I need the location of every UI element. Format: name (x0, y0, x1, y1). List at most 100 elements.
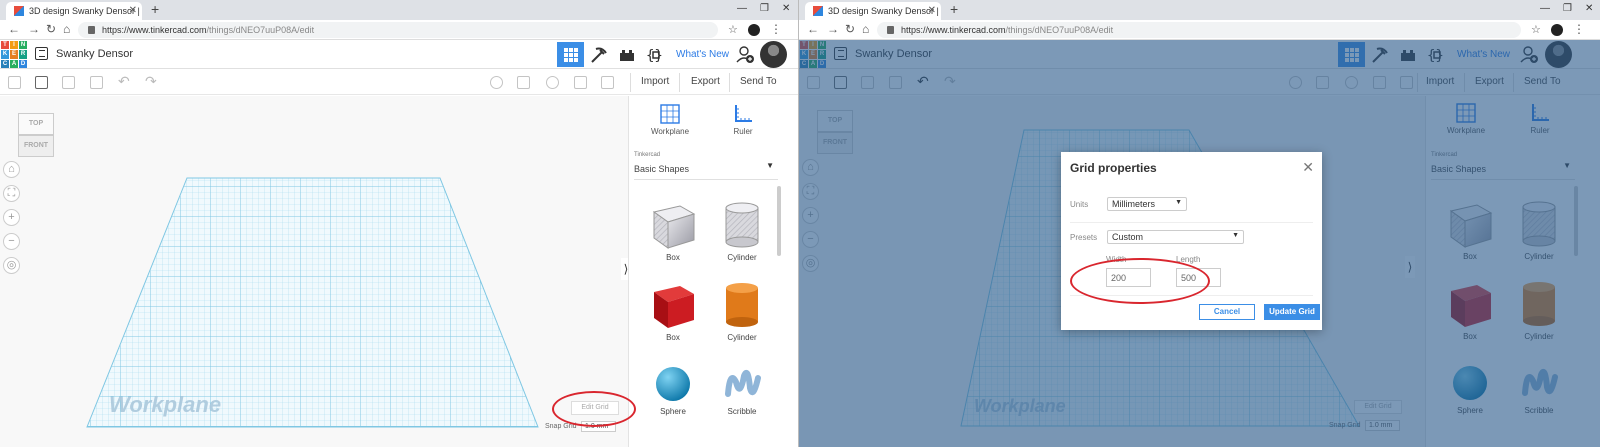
grid-properties-dialog: Grid properties ✕ Units Millimeters ▼ Pr… (1061, 152, 1322, 330)
3d-view-button[interactable] (557, 42, 584, 67)
extension-icon[interactable] (1551, 24, 1563, 36)
caret-down-icon: ▼ (1232, 232, 1239, 239)
sphere-icon (656, 367, 690, 401)
ruler-tool[interactable]: Ruler (717, 103, 769, 136)
url-host: https://www.tinkercad.com (102, 25, 207, 35)
close-tab-icon[interactable]: ✕ (129, 5, 137, 16)
app-header: T I N K E R C A D Swanky Densor {} What'… (0, 40, 798, 69)
cancel-button[interactable]: Cancel (1199, 304, 1255, 320)
shape-sphere[interactable]: Sphere (643, 364, 703, 416)
box-gray-icon (652, 205, 696, 249)
extension-icon[interactable] (748, 24, 760, 36)
width-input[interactable]: 200 (1106, 268, 1151, 287)
send-to-button[interactable]: Send To (740, 76, 777, 87)
units-select[interactable]: Millimeters ▼ (1107, 197, 1187, 211)
whats-new-link[interactable]: What's New (676, 49, 729, 60)
shape-box-red[interactable]: Box (643, 280, 703, 342)
tab-bar: 3D design Swanky Densor | Tink ✕ + — ❐ ✕ (0, 0, 798, 20)
shape-cylinder-gray[interactable]: Cylinder (712, 200, 772, 262)
shape-group-icon[interactable] (546, 76, 559, 89)
mirror-icon[interactable] (601, 76, 614, 89)
update-grid-button[interactable]: Update Grid (1264, 304, 1320, 320)
home-icon[interactable]: ⌂ (63, 22, 70, 36)
new-tab-button[interactable]: + (151, 1, 159, 17)
restore-icon[interactable]: ❐ (1563, 3, 1572, 14)
workplane-icon (660, 104, 680, 124)
shape-cylinder-orange[interactable]: Cylinder (712, 280, 772, 342)
presets-select[interactable]: Custom ▼ (1107, 230, 1244, 244)
add-user-icon[interactable] (736, 45, 754, 63)
ortho-view-icon[interactable]: ◎ (3, 257, 20, 274)
address-bar-row: ← → ↻ ⌂ https://www.tinkercad.com/things… (0, 20, 798, 40)
note-icon[interactable] (517, 76, 530, 89)
delete-icon[interactable] (90, 76, 103, 89)
close-icon[interactable]: ✕ (1302, 159, 1314, 176)
design-list-icon[interactable] (35, 47, 48, 60)
workplane-tool[interactable]: Workplane (644, 103, 696, 136)
pickaxe-icon (590, 47, 607, 63)
copy-icon[interactable] (8, 76, 21, 89)
forward-icon[interactable]: → (28, 22, 40, 36)
forward-icon[interactable]: → (827, 22, 839, 36)
url-path: /things/dNEO7uuP08A/edit (1005, 25, 1114, 35)
3d-canvas[interactable]: TOP FRONT ⌂ ⛶ + − ◎ Workplane Edit Grid … (0, 96, 628, 447)
workplane-grid[interactable] (0, 96, 628, 447)
home-icon[interactable]: ⌂ (862, 22, 869, 36)
shape-category-select[interactable]: Tinkercad Basic Shapes ▼ (634, 147, 778, 180)
back-icon[interactable]: ← (8, 22, 20, 36)
new-tab-button[interactable]: + (950, 1, 958, 17)
design-title[interactable]: Swanky Densor (56, 48, 133, 60)
shape-scribble[interactable]: Scribble (712, 364, 772, 416)
scribble-icon (725, 370, 761, 397)
shape-box-gray[interactable]: Box (643, 200, 703, 262)
reload-icon[interactable]: ↻ (46, 22, 56, 36)
minimize-icon[interactable]: — (737, 3, 747, 14)
edit-grid-button[interactable]: Edit Grid (571, 401, 619, 415)
browser-menu-icon[interactable]: ⋮ (1573, 22, 1585, 36)
blocks-button[interactable] (585, 42, 612, 67)
close-tab-icon[interactable]: ✕ (928, 5, 936, 16)
paste-icon[interactable] (35, 76, 48, 89)
codeblocks-button[interactable]: {} (642, 42, 669, 67)
avatar[interactable] (760, 41, 787, 68)
close-window-icon[interactable]: ✕ (1585, 3, 1593, 14)
collapse-panel-icon[interactable]: ⟩ (621, 258, 628, 280)
home-view-icon[interactable]: ⌂ (3, 161, 20, 178)
browser-tab[interactable]: 3D design Swanky Densor | Tink ✕ (805, 2, 941, 20)
zoom-out-icon[interactable]: − (3, 233, 20, 250)
snap-grid-select[interactable]: 1.0 mm (581, 421, 616, 432)
url-path: /things/dNEO7uuP08A/edit (206, 25, 315, 35)
view-cube-front[interactable]: FRONT (18, 135, 54, 157)
view-cube-top[interactable]: TOP (18, 113, 54, 135)
tinkercad-logo[interactable]: T I N K E R C A D (1, 41, 27, 68)
reload-icon[interactable]: ↻ (845, 22, 855, 36)
bookmark-star-icon[interactable]: ☆ (728, 23, 738, 36)
align-icon[interactable] (574, 76, 587, 89)
minimize-icon[interactable]: — (1540, 3, 1550, 14)
view-cube[interactable]: TOP FRONT (18, 113, 54, 161)
redo-icon[interactable]: ↷ (145, 73, 157, 90)
import-button[interactable]: Import (641, 76, 669, 87)
back-icon[interactable]: ← (807, 22, 819, 36)
duplicate-icon[interactable] (62, 76, 75, 89)
bricks-button[interactable] (613, 42, 640, 67)
url-field[interactable]: https://www.tinkercad.com/things/dNEO7uu… (78, 22, 718, 38)
browser-menu-icon[interactable]: ⋮ (770, 22, 782, 36)
length-input[interactable]: 500 (1176, 268, 1221, 287)
close-window-icon[interactable]: ✕ (782, 3, 790, 14)
dialog-title: Grid properties (1070, 161, 1157, 175)
url-field[interactable]: https://www.tinkercad.com/things/dNEO7uu… (877, 22, 1521, 38)
export-button[interactable]: Export (691, 76, 720, 87)
restore-icon[interactable]: ❐ (760, 3, 769, 14)
browser-tab[interactable]: 3D design Swanky Densor | Tink ✕ (6, 2, 142, 20)
lock-icon (88, 26, 95, 34)
box-red-icon (654, 286, 694, 328)
browser-window-left: 3D design Swanky Densor | Tink ✕ + — ❐ ✕… (0, 0, 798, 447)
fit-view-icon[interactable]: ⛶ (3, 185, 20, 202)
undo-icon[interactable]: ↶ (118, 73, 130, 90)
light-bulb-icon[interactable] (490, 76, 503, 89)
panel-scrollbar[interactable] (777, 186, 781, 256)
zoom-in-icon[interactable]: + (3, 209, 20, 226)
bookmark-star-icon[interactable]: ☆ (1531, 23, 1541, 36)
units-label: Units (1070, 200, 1089, 209)
